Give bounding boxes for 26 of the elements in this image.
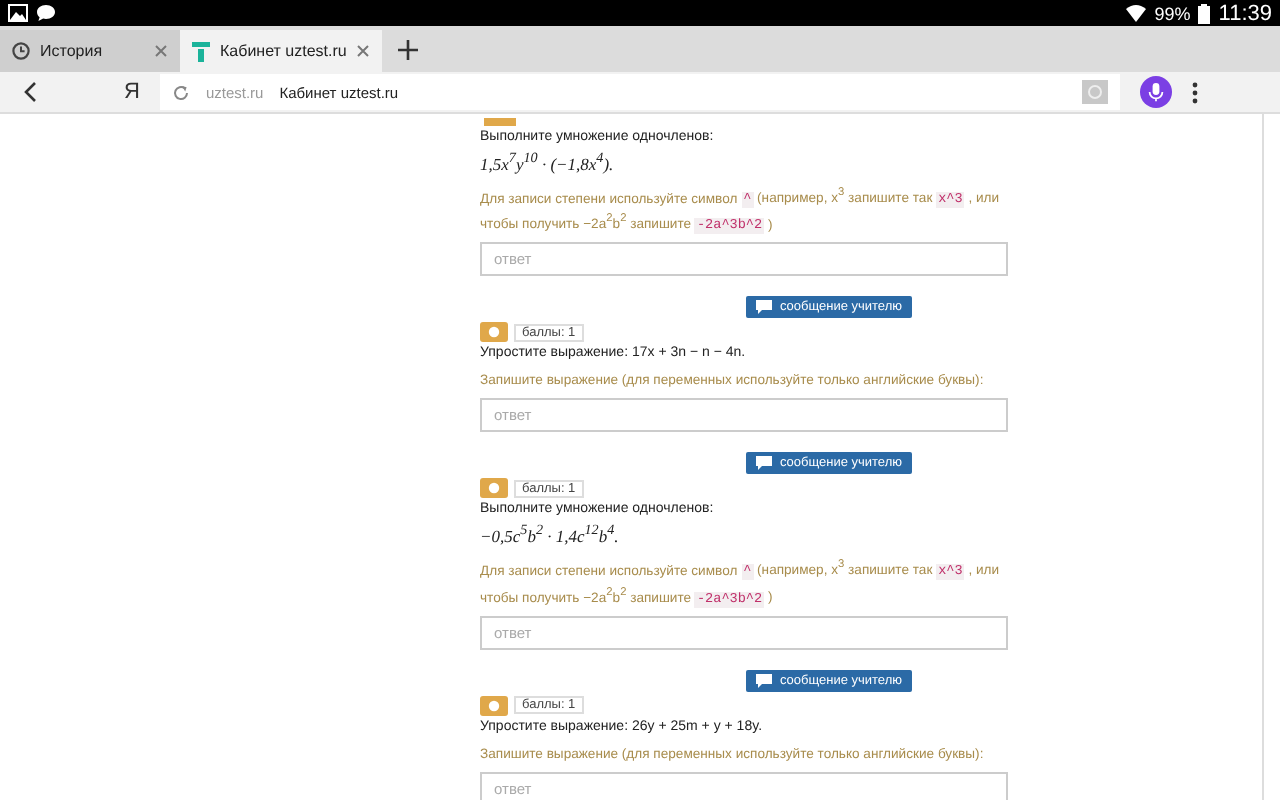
image-icon bbox=[8, 4, 28, 22]
menu-icon[interactable] bbox=[1191, 81, 1198, 103]
battery-icon bbox=[1198, 3, 1211, 23]
site-logo-icon bbox=[192, 41, 210, 61]
wifi-icon bbox=[1126, 4, 1147, 22]
close-icon[interactable] bbox=[154, 44, 168, 58]
math-expression: 1,5x$^{7}$y$^{10}$ · (−1,8x$^{4}$). bbox=[480, 148, 616, 176]
reload-icon[interactable] bbox=[171, 83, 190, 101]
points-icon bbox=[480, 478, 508, 499]
clock-time: 11:39 bbox=[1218, 1, 1272, 25]
battery-level: 99% bbox=[1154, 3, 1191, 23]
chat-icon bbox=[755, 300, 772, 315]
browser-tab[interactable]: Кабинет uztest.ru bbox=[180, 30, 383, 72]
chat-icon bbox=[755, 673, 772, 688]
browser-tab[interactable]: История bbox=[0, 30, 180, 72]
math-expression: −0,5c$^{5}$b$^{2}$ · 1,4c$^{12}$b$^{4}$. bbox=[480, 520, 621, 549]
chat-icon bbox=[36, 4, 56, 22]
points-icon bbox=[480, 322, 508, 343]
browser-logo[interactable]: Я bbox=[124, 80, 140, 104]
microphone-icon[interactable] bbox=[1139, 76, 1172, 108]
clock-icon bbox=[12, 42, 30, 60]
close-icon[interactable] bbox=[356, 44, 371, 58]
new-tab-icon[interactable] bbox=[398, 40, 419, 60]
back-icon[interactable] bbox=[24, 82, 36, 102]
chat-icon bbox=[755, 456, 772, 471]
points-icon bbox=[480, 695, 508, 716]
